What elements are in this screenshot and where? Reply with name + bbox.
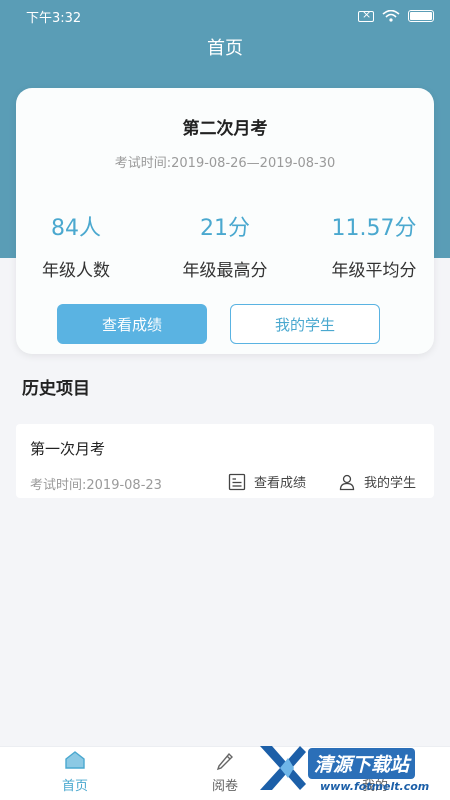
status-bar: 下午3:32 [0,0,450,32]
stat-label: 年级最高分 [182,261,268,281]
tab-label: 阅卷 [211,779,238,794]
report-icon [228,473,246,490]
notification-icon [358,8,374,22]
history-my-students-label: 我的学生 [364,476,417,491]
watermark-overlay: 清源下载站 www.fotmelt.com [258,740,434,800]
watermark-logo-icon [260,746,306,790]
my-students-button[interactable]: 我的学生 [230,304,380,344]
history-exam-date: 考试时间:2019-08-23 [30,478,162,493]
stat-label: 年级人数 [42,261,110,281]
stat-highest-score: 21分 年级最高分 [155,210,295,281]
history-view-scores-label: 查看成绩 [254,476,307,491]
home-icon [65,751,85,769]
stat-value: 21分 [200,216,250,241]
status-icons [358,8,434,22]
pencil-icon [216,752,233,771]
stat-average-score: 11.57分 年级平均分 [304,210,444,281]
status-time: 下午3:32 [26,10,82,26]
stat-value: 11.57分 [331,216,417,241]
user-icon [339,474,355,490]
wifi-icon [382,10,400,22]
watermark-url: www.fotmelt.com [320,780,430,793]
history-section-title: 历史项目 [22,379,90,399]
history-list-item[interactable]: 第一次月考 考试时间:2019-08-23 查看成绩 我的学生 [16,424,434,498]
battery-icon [408,10,434,22]
history-my-students-button[interactable]: 我的学生 [338,472,416,491]
history-view-scores-button[interactable]: 查看成绩 [228,472,306,491]
history-exam-name: 第一次月考 [30,440,106,458]
view-scores-button[interactable]: 查看成绩 [57,304,207,344]
tab-home[interactable]: 首页 [0,747,150,800]
current-exam-card: 第二次月考 考试时间:2019-08-26—2019-08-30 84人 年级人… [16,88,434,354]
exam-date: 考试时间:2019-08-26—2019-08-30 [114,156,336,171]
exam-title: 第二次月考 [182,119,268,139]
stat-label: 年级平均分 [331,261,417,281]
watermark-text: 清源下载站 [308,748,416,779]
tab-label: 首页 [61,779,88,794]
stat-grade-count: 84人 年级人数 [6,210,146,281]
page-title: 首页 [207,38,243,59]
stat-value: 84人 [51,216,101,241]
